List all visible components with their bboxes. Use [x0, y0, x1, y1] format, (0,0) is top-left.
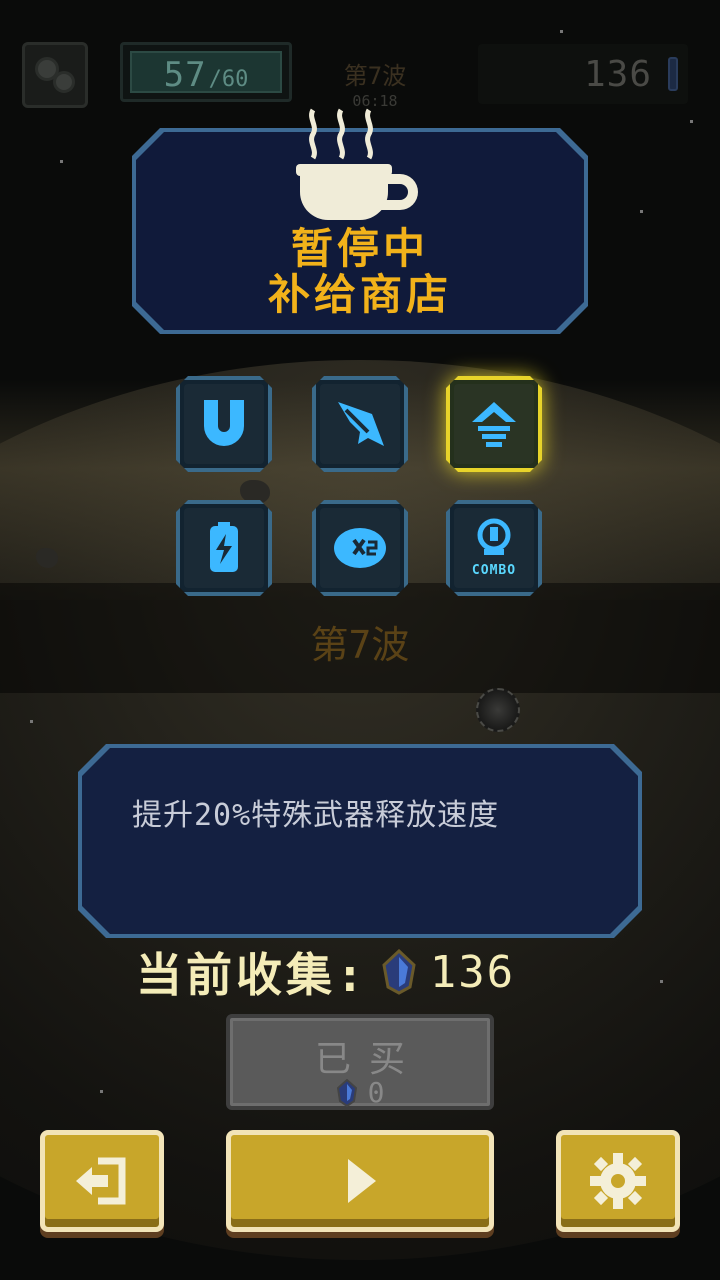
- arrow-up-icon: [472, 402, 516, 447]
- combo-icon: [477, 518, 511, 555]
- battery-icon: [210, 522, 238, 572]
- gem-icon: [336, 1078, 357, 1107]
- hud-settings-button[interactable]: [22, 42, 88, 108]
- gem-counter: 136: [478, 44, 688, 104]
- gears-icon: [35, 57, 75, 93]
- exit-button[interactable]: [40, 1130, 164, 1232]
- gem-count: 136: [583, 53, 652, 95]
- play-icon: [348, 1159, 376, 1203]
- pause-title-line1: 暂停中: [290, 224, 429, 273]
- settings-button[interactable]: [556, 1130, 680, 1232]
- gear-icon: [590, 1153, 646, 1209]
- powerup-missile[interactable]: [312, 376, 408, 472]
- asteroid: [476, 688, 520, 732]
- bought-button[interactable]: 已买 0: [226, 1014, 494, 1110]
- collect-value: 136: [429, 946, 516, 998]
- combo-label: COMBO: [471, 563, 517, 578]
- x2-icon: [334, 528, 386, 568]
- powerup-description: 提升20%特殊武器释放速度: [132, 798, 500, 833]
- pause-title: 暂停中 补给商店: [136, 226, 584, 318]
- hp-max: /60: [208, 67, 249, 92]
- description-panel: [82, 748, 638, 934]
- hp-counter: 57 /60: [120, 42, 292, 102]
- powerup-fire-rate[interactable]: [446, 376, 542, 472]
- wave-banner: 第7波: [310, 623, 410, 667]
- powerup-double-score[interactable]: [312, 500, 408, 596]
- gem-icon: [382, 949, 416, 995]
- collect-label: 当前收集:: [136, 948, 368, 1002]
- bought-price-value: 0: [367, 1076, 385, 1109]
- powerup-energy[interactable]: [176, 500, 272, 596]
- bought-label: 已买: [314, 1039, 423, 1080]
- exit-icon: [76, 1157, 126, 1205]
- pause-title-line2: 补给商店: [267, 270, 452, 319]
- magnet-icon: [204, 400, 244, 446]
- bought-price: 0: [230, 1076, 490, 1109]
- gem-icon: [668, 57, 678, 91]
- current-collect: 当前收集: 136: [136, 940, 515, 1004]
- coffee-cup-icon: [296, 108, 426, 226]
- resume-button[interactable]: [226, 1130, 494, 1232]
- wave-indicator: 第7波: [343, 62, 407, 90]
- powerup-combo[interactable]: COMBO: [446, 500, 542, 596]
- hp-current: 57: [163, 55, 207, 95]
- missile-icon: [338, 402, 384, 446]
- powerup-magnet[interactable]: [176, 376, 272, 472]
